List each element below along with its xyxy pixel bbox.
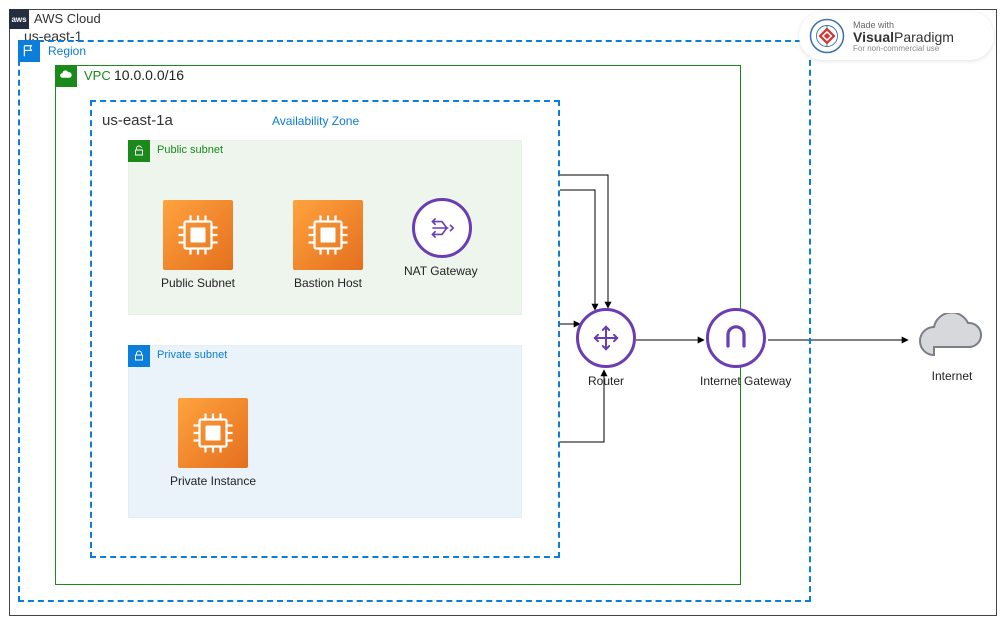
ec2-icon xyxy=(293,200,363,270)
watermark-text: Made with VisualParadigm For non-commerc… xyxy=(853,20,954,53)
watermark-badge: Made with VisualParadigm For non-commerc… xyxy=(799,12,994,60)
region-flag-icon xyxy=(18,40,40,62)
az-name: us-east-1a xyxy=(102,112,173,129)
igw-label: Internet Gateway xyxy=(700,374,766,388)
internet-label: Internet xyxy=(912,369,992,383)
bastion-host-node: Bastion Host xyxy=(288,200,368,290)
ec2-icon xyxy=(163,200,233,270)
private-subnet-label: Private subnet xyxy=(157,349,227,361)
vpc-label: VPC xyxy=(84,68,111,83)
router-icon xyxy=(576,308,636,368)
public-instance-label: Public Subnet xyxy=(158,276,238,290)
watermark-line3: For non-commercial use xyxy=(853,44,954,53)
region-label: Region xyxy=(48,44,86,58)
cloud-icon xyxy=(914,313,990,363)
nat-gateway-icon xyxy=(412,198,472,258)
aws-cloud-label: AWS Cloud xyxy=(34,11,101,26)
vpc-cidr: 10.0.0.0/16 xyxy=(114,67,184,83)
igw-icon xyxy=(706,308,766,368)
router-label: Router xyxy=(576,374,636,388)
private-instance-node: Private Instance xyxy=(158,398,268,488)
nat-label: NAT Gateway xyxy=(404,264,472,278)
public-instance-node: Public Subnet xyxy=(158,200,238,290)
ec2-icon xyxy=(178,398,248,468)
public-subnet-label: Public subnet xyxy=(157,144,223,156)
visual-paradigm-icon xyxy=(809,18,845,54)
az-label: Availability Zone xyxy=(272,114,359,128)
aws-logo-icon: aws xyxy=(9,9,29,29)
lock-closed-icon xyxy=(128,345,150,367)
internet-node: Internet xyxy=(912,313,992,383)
diagram-canvas: aws AWS Cloud us-east-1 Region VPC 10.0.… xyxy=(0,0,1006,626)
router-node: Router xyxy=(576,308,636,388)
watermark-line2: VisualParadigm xyxy=(853,30,954,44)
nat-gateway-node: NAT Gateway xyxy=(412,198,472,278)
internet-gateway-node: Internet Gateway xyxy=(706,308,766,388)
bastion-label: Bastion Host xyxy=(288,276,368,290)
vpc-cloud-icon xyxy=(55,65,77,87)
private-instance-label: Private Instance xyxy=(158,474,268,488)
lock-open-icon xyxy=(128,140,150,162)
